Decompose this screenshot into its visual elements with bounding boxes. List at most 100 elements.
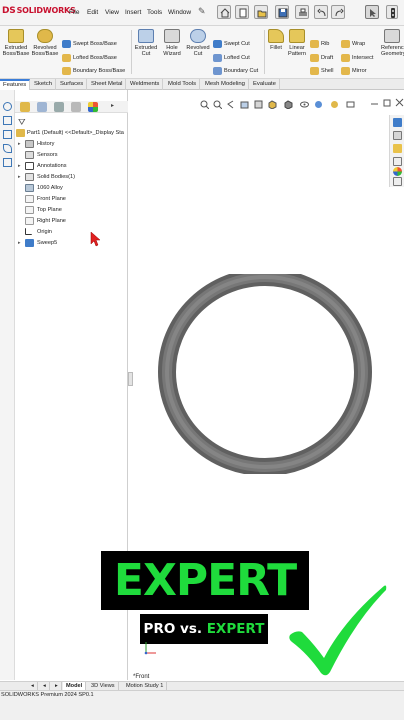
tool-icon-3[interactable] bbox=[3, 130, 12, 139]
view-orientation-icon[interactable] bbox=[268, 96, 278, 110]
lofted-cut-button[interactable]: Lofted Cut bbox=[213, 53, 250, 63]
window-restore-icon[interactable] bbox=[383, 94, 393, 107]
tab-mesh-modeling[interactable]: Mesh Modeling bbox=[202, 79, 249, 90]
pin-icon[interactable]: ✎ bbox=[198, 6, 206, 17]
expand-icon[interactable]: ▸ bbox=[18, 139, 21, 149]
configuration-tab-icon[interactable] bbox=[54, 102, 64, 112]
draft-button[interactable]: Draft bbox=[310, 53, 333, 63]
tool-icon-2[interactable] bbox=[3, 116, 12, 125]
boundary-cut-button[interactable]: Boundary Cut bbox=[213, 66, 258, 76]
open-icon[interactable] bbox=[254, 5, 268, 19]
home-icon[interactable] bbox=[217, 5, 231, 19]
tab-features[interactable]: Features bbox=[0, 79, 31, 90]
apply-scene-icon[interactable] bbox=[330, 96, 340, 108]
intersect-button[interactable]: Intersect bbox=[341, 53, 373, 63]
tab-weldments[interactable]: Weldments bbox=[127, 79, 164, 90]
undo-icon[interactable] bbox=[314, 5, 328, 19]
expand-icon[interactable]: ▸ bbox=[18, 238, 21, 248]
swept-boss-button[interactable]: Swept Boss/Base bbox=[62, 39, 117, 49]
dimxpert-tab-icon[interactable] bbox=[71, 102, 81, 112]
zoom-area-icon[interactable] bbox=[213, 96, 223, 110]
intersect-icon bbox=[341, 54, 350, 62]
ring-3d-model[interactable] bbox=[158, 274, 372, 474]
menu-view[interactable]: View bbox=[105, 9, 119, 16]
shell-button[interactable]: Shell bbox=[310, 66, 333, 76]
menu-insert[interactable]: Insert bbox=[125, 9, 141, 16]
section-view-icon[interactable] bbox=[240, 96, 250, 109]
tab-sheet-metal[interactable]: Sheet Metal bbox=[88, 79, 127, 90]
feature-tree-tab-icon[interactable] bbox=[20, 102, 30, 112]
extruded-cut-button[interactable]: Extruded Cut bbox=[133, 28, 159, 58]
fillet-button[interactable]: Fillet bbox=[266, 28, 286, 51]
status-bar: SOLIDWORKS Premium 2024 SP0.1 bbox=[0, 690, 404, 720]
tab-surfaces[interactable]: Surfaces bbox=[57, 79, 88, 90]
extruded-boss-button[interactable]: Extruded Boss/Base bbox=[2, 28, 30, 58]
left-toolbar bbox=[0, 90, 15, 680]
solidworks-window: DSSOLIDWORKS File Edit View Insert Tools… bbox=[0, 0, 404, 720]
reference-geometry-button[interactable]: Reference Geometry bbox=[381, 28, 404, 58]
tool-icon-4[interactable] bbox=[3, 144, 12, 153]
draft-icon bbox=[310, 54, 319, 62]
rebuild-traffic-light-icon[interactable] bbox=[386, 5, 398, 19]
solidworks-resources-icon[interactable] bbox=[393, 118, 402, 127]
plane-icon bbox=[25, 217, 34, 225]
swept-cut-button[interactable]: Swept Cut bbox=[213, 39, 250, 49]
command-manager-tabs: Features Sketch Surfaces Sheet Metal Wel… bbox=[0, 79, 404, 90]
boundary-boss-button[interactable]: Boundary Boss/Base bbox=[62, 66, 125, 76]
tool-icon-5[interactable] bbox=[3, 158, 12, 167]
pro-vs-expert-banner: PRO vs. EXPERT bbox=[140, 614, 268, 644]
linear-pattern-button[interactable]: Linear Pattern bbox=[286, 28, 308, 58]
hide-show-items-icon[interactable] bbox=[300, 96, 310, 108]
select-pointer-icon[interactable] bbox=[365, 5, 379, 19]
mouse-cursor-icon bbox=[90, 231, 101, 247]
edit-appearance-icon[interactable] bbox=[314, 96, 324, 108]
part-icon bbox=[16, 129, 25, 137]
redo-icon[interactable] bbox=[331, 5, 345, 19]
menu-file[interactable]: File bbox=[69, 9, 79, 16]
dynamic-annotation-icon[interactable] bbox=[254, 96, 264, 109]
revolved-cut-button[interactable]: Revolved Cut bbox=[185, 28, 211, 58]
view-palette-icon[interactable] bbox=[393, 157, 402, 166]
print-icon[interactable] bbox=[295, 5, 309, 19]
save-icon[interactable] bbox=[275, 5, 289, 19]
display-manager-tab-icon[interactable] bbox=[88, 102, 98, 112]
display-style-icon[interactable] bbox=[284, 96, 294, 110]
lofted-boss-button[interactable]: Lofted Boss/Base bbox=[62, 53, 117, 63]
window-minimize-icon[interactable] bbox=[370, 94, 380, 105]
design-library-icon[interactable] bbox=[393, 131, 402, 140]
sensors-icon bbox=[25, 151, 34, 159]
mirror-icon bbox=[341, 67, 350, 75]
menu-window[interactable]: Window bbox=[168, 9, 191, 16]
menu-tools[interactable]: Tools bbox=[147, 9, 162, 16]
appearances-icon[interactable] bbox=[393, 167, 402, 176]
tab-mold-tools[interactable]: Mold Tools bbox=[165, 79, 201, 90]
tab-evaluate[interactable]: Evaluate bbox=[250, 79, 280, 90]
tab-sketch[interactable]: Sketch bbox=[31, 79, 57, 90]
lofted-cut-icon bbox=[213, 54, 222, 62]
panel-collapse-handle[interactable] bbox=[128, 372, 133, 386]
wrap-button[interactable]: Wrap bbox=[341, 39, 365, 49]
extruded-cut-label: Extruded Cut bbox=[134, 45, 158, 58]
property-manager-tab-icon[interactable] bbox=[37, 102, 47, 112]
filter-icon[interactable]: ⛛ bbox=[18, 117, 26, 128]
mirror-button[interactable]: Mirror bbox=[341, 66, 367, 76]
file-explorer-icon[interactable] bbox=[393, 144, 402, 153]
previous-view-icon[interactable] bbox=[226, 96, 236, 109]
view-settings-icon[interactable] bbox=[346, 96, 356, 108]
menu-edit[interactable]: Edit bbox=[87, 9, 98, 16]
hole-wizard-button[interactable]: Hole Wizard bbox=[159, 28, 185, 58]
tool-icon-1[interactable] bbox=[3, 102, 12, 111]
new-document-icon[interactable] bbox=[235, 5, 249, 19]
rib-button[interactable]: Rib bbox=[310, 39, 329, 49]
expand-icon[interactable]: ▸ bbox=[18, 172, 21, 182]
expand-icon[interactable]: ▸ bbox=[18, 161, 21, 171]
expert-title: EXPERT bbox=[113, 555, 297, 606]
window-close-icon[interactable] bbox=[395, 94, 404, 107]
zoom-to-fit-icon[interactable] bbox=[200, 96, 210, 110]
custom-properties-icon[interactable] bbox=[393, 177, 402, 186]
revolved-boss-button[interactable]: Revolved Boss/Base bbox=[31, 28, 59, 58]
pro-vs-expert-text: PRO vs. EXPERT bbox=[143, 621, 265, 637]
more-tabs-icon[interactable]: ▸ bbox=[111, 102, 114, 109]
ribbon-separator bbox=[131, 30, 132, 74]
extruded-boss-label: Extruded Boss/Base bbox=[2, 45, 30, 58]
